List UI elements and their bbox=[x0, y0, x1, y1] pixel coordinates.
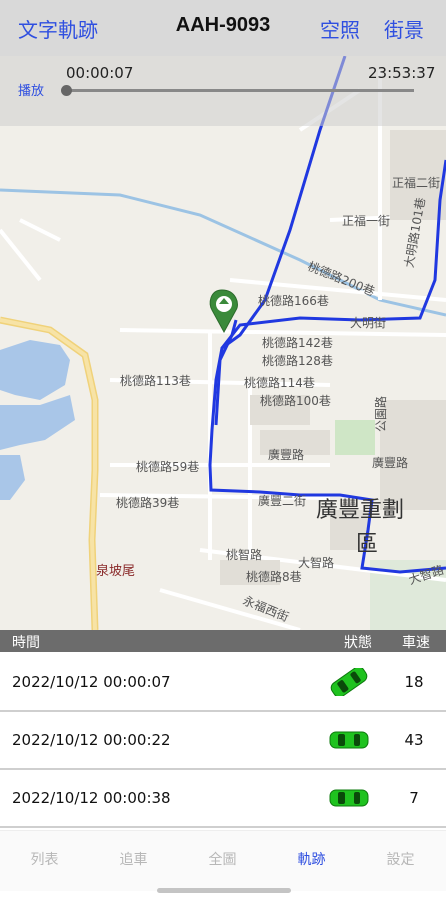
column-time: 時間 bbox=[12, 635, 40, 651]
street-label: 桃德路142巷 bbox=[262, 336, 333, 350]
table-row[interactable]: 2022/10/12 00:00:38 7 bbox=[0, 770, 446, 828]
street-label: 桃德路59巷 bbox=[136, 460, 200, 474]
park bbox=[335, 420, 375, 455]
street-label: 公園路 bbox=[374, 395, 388, 432]
street-label: 桃德路114巷 bbox=[244, 376, 315, 390]
tab-full-map[interactable]: 全圖 bbox=[178, 849, 267, 869]
row-time: 2022/10/12 00:00:38 bbox=[12, 789, 171, 807]
row-speed: 18 bbox=[404, 673, 424, 691]
tab-settings[interactable]: 設定 bbox=[356, 849, 445, 869]
street-label: 廣豐二街 bbox=[258, 494, 307, 508]
street-label: 大智路 bbox=[298, 556, 335, 570]
street-label: 桃智路 bbox=[226, 548, 263, 562]
street-label: 桃德路39巷 bbox=[116, 496, 180, 510]
home-indicator[interactable] bbox=[157, 888, 291, 893]
street-label: 廣豐路 bbox=[268, 448, 305, 462]
car-icon bbox=[329, 789, 369, 807]
street-label: 桃德路100巷 bbox=[260, 394, 331, 408]
row-time: 2022/10/12 00:00:22 bbox=[12, 731, 171, 749]
vehicle-plate-title: AAH-9093 bbox=[175, 14, 271, 36]
street-label: 桃德路8巷 bbox=[246, 570, 302, 584]
track-route bbox=[214, 319, 238, 426]
pond bbox=[0, 340, 70, 400]
row-time: 2022/10/12 00:00:07 bbox=[12, 673, 171, 691]
street-label: 大明街 bbox=[350, 316, 387, 330]
street-label: 桃德路166巷 bbox=[258, 294, 329, 308]
column-speed: 車速 bbox=[402, 635, 430, 651]
district-label: 廣豐重劃 bbox=[316, 498, 405, 523]
play-button[interactable]: 播放 bbox=[18, 80, 44, 99]
pond bbox=[0, 455, 25, 500]
district-label: 區 bbox=[356, 532, 379, 557]
map-canvas bbox=[0, 56, 446, 630]
playback-start-time: 00:00:07 bbox=[66, 64, 134, 82]
tab-list[interactable]: 列表 bbox=[0, 849, 89, 869]
car-icon bbox=[330, 668, 368, 696]
street-label: 正福一街 bbox=[342, 214, 391, 228]
table-header: 時間 狀態 車速 bbox=[0, 630, 446, 652]
street-label: 廣豐路 bbox=[372, 456, 409, 470]
place-label: 泉坡尾 bbox=[96, 564, 136, 579]
top-bar: 文字軌跡 AAH-9093 空照 街景 bbox=[0, 0, 446, 56]
street-view-button[interactable]: 街景 bbox=[384, 14, 424, 43]
car-icon bbox=[329, 731, 369, 749]
playback-slider[interactable] bbox=[61, 85, 414, 96]
street-label: 桃德路113巷 bbox=[120, 374, 191, 388]
playback-bar: 00:00:07 23:53:37 播放 bbox=[0, 56, 446, 126]
tab-trajectory[interactable]: 軌跡 bbox=[267, 849, 356, 869]
street-label: 桃德路128巷 bbox=[262, 354, 333, 368]
row-speed: 7 bbox=[409, 789, 419, 807]
map-view[interactable]: 桃德路166巷 桃德路142巷 桃德路128巷 桃德路113巷 桃德路114巷 … bbox=[0, 56, 446, 630]
row-speed: 43 bbox=[404, 731, 424, 749]
table-row[interactable]: 2022/10/12 00:00:22 43 bbox=[0, 712, 446, 770]
playback-end-time: 23:53:37 bbox=[368, 64, 436, 82]
column-status: 狀態 bbox=[344, 635, 372, 651]
street-label: 正福二街 bbox=[392, 176, 441, 190]
table-row[interactable]: 2022/10/12 00:00:07 18 bbox=[0, 654, 446, 712]
playback-thumb[interactable] bbox=[61, 85, 72, 96]
bottom-tab-bar: 列表 追車 全圖 軌跡 設定 bbox=[0, 830, 446, 891]
pond bbox=[0, 395, 75, 450]
tab-track-car[interactable]: 追車 bbox=[89, 849, 178, 869]
satellite-view-button[interactable]: 空照 bbox=[320, 14, 360, 43]
